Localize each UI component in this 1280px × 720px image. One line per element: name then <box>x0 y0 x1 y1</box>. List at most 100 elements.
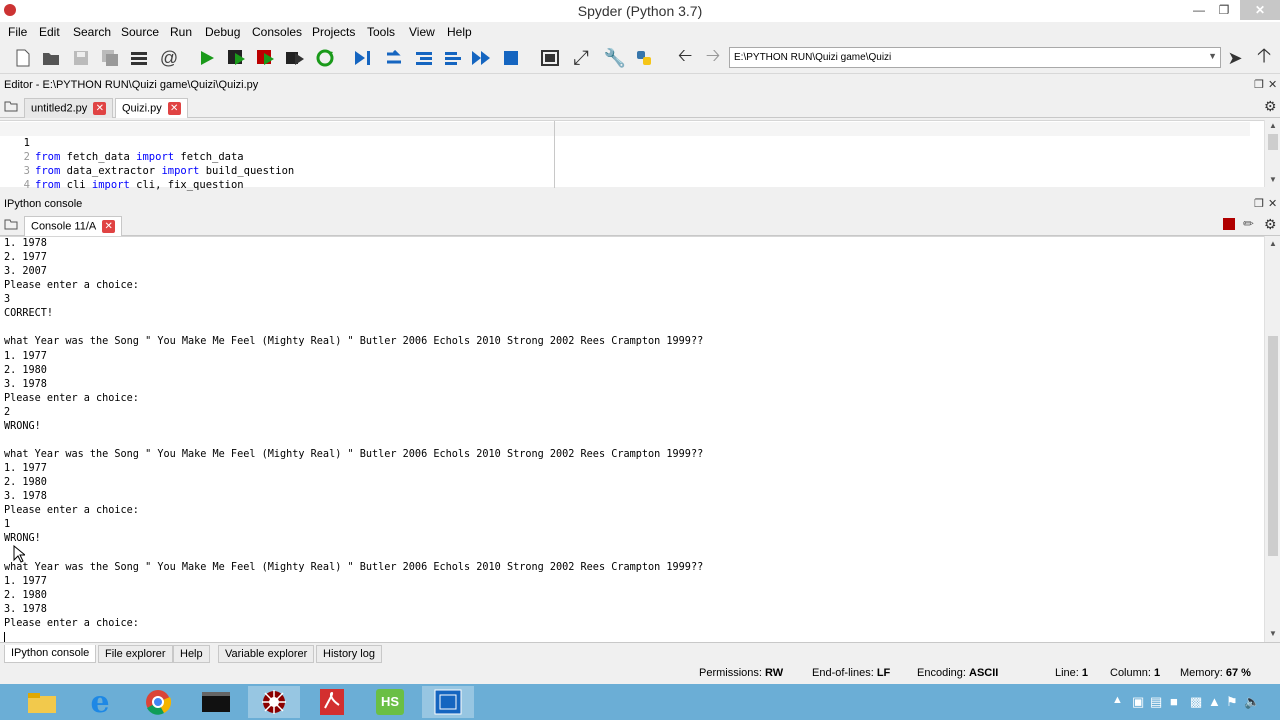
tab-console[interactable]: Console 11/A ✕ <box>24 216 123 236</box>
maximize-pane-icon[interactable] <box>539 47 561 69</box>
chrome-icon[interactable] <box>132 686 184 718</box>
scrollbar-thumb[interactable] <box>1268 134 1278 150</box>
chevron-down-icon[interactable]: ▼ <box>1208 51 1217 61</box>
console-line: 3. 1978 <box>4 378 47 390</box>
menu-source[interactable]: Source <box>121 25 159 39</box>
menu-search[interactable]: Search <box>73 25 111 39</box>
scrollbar-thumb[interactable] <box>1268 336 1278 556</box>
code-editor[interactable]: 1 from fetch_data import fetch_data 2 fr… <box>0 120 1264 191</box>
python-path-icon[interactable] <box>633 47 655 69</box>
menu-tools[interactable]: Tools <box>367 25 395 39</box>
parent-directory-icon[interactable]: 🡡 <box>1253 45 1275 69</box>
at-icon[interactable]: @ <box>158 47 180 69</box>
browse-tabs-icon[interactable] <box>4 100 18 115</box>
console-line: CORRECT! <box>4 308 54 320</box>
close-pane-icon[interactable]: ✕ <box>1268 197 1277 210</box>
editor-pane-header: Editor - E:\PYTHON RUN\Quizi game\Quizi\… <box>0 76 1280 94</box>
undock-icon[interactable]: ❐ <box>1254 78 1264 91</box>
menu-view[interactable]: View <box>409 25 435 39</box>
working-directory-combo[interactable]: E:\PYTHON RUN\Quizi game\Quizi ▼ <box>729 47 1221 68</box>
rerun-icon[interactable] <box>314 47 336 69</box>
tray-app-icon[interactable]: ▤ <box>1150 694 1162 710</box>
editor-scrollbar[interactable]: ▲ ▼ <box>1264 120 1280 187</box>
debug-icon[interactable] <box>352 47 374 69</box>
file-explorer-icon[interactable] <box>16 686 68 718</box>
menu-debug[interactable]: Debug <box>205 25 240 39</box>
stop-kernel-icon[interactable] <box>1223 218 1235 230</box>
console-line: 2. 1980 <box>4 589 47 601</box>
line-status: Line: 1 <box>1055 667 1089 679</box>
console-pane-header: IPython console ❐ ✕ <box>0 195 1280 213</box>
close-tab-icon[interactable]: ✕ <box>102 220 116 233</box>
terminal-icon[interactable] <box>190 686 242 718</box>
browse-folder-icon[interactable]: ➤ <box>1224 47 1246 69</box>
forward-arrow-icon[interactable]: 🡢 <box>702 45 724 69</box>
window-icon[interactable] <box>422 686 474 718</box>
tab-history-log[interactable]: History log <box>316 645 382 663</box>
tab-ipython-console[interactable]: IPython console <box>4 645 97 663</box>
clear-console-icon[interactable]: ✏ <box>1243 216 1254 232</box>
close-tab-icon[interactable]: ✕ <box>167 102 181 115</box>
tray-app-icon[interactable]: ▣ <box>1132 694 1144 710</box>
close-tab-icon[interactable]: ✕ <box>93 102 107 115</box>
fullscreen-icon[interactable]: ⤢ <box>570 47 592 69</box>
menu-file[interactable]: File <box>8 25 27 39</box>
step-into-icon[interactable] <box>413 47 435 69</box>
maximize-button[interactable]: ❐ <box>1210 0 1238 20</box>
console-line: 1. 1977 <box>4 575 47 587</box>
tray-app-icon[interactable]: ■ <box>1170 694 1178 709</box>
scroll-up-icon[interactable]: ▲ <box>1265 121 1280 130</box>
new-file-icon[interactable] <box>12 47 34 69</box>
bottom-tabbar: IPython console File explorer Help Varia… <box>0 642 1280 664</box>
scroll-down-icon[interactable]: ▼ <box>1265 175 1280 184</box>
minimize-button[interactable]: — <box>1185 0 1213 20</box>
tab-file-explorer[interactable]: File explorer <box>98 645 173 663</box>
volume-icon[interactable]: 🔈 <box>1244 694 1260 710</box>
acrobat-icon[interactable] <box>306 686 358 718</box>
back-arrow-icon[interactable]: 🡠 <box>674 45 696 69</box>
run-cell-advance-icon[interactable] <box>255 47 277 69</box>
save-file-icon[interactable] <box>70 47 92 69</box>
continue-icon[interactable] <box>470 47 492 69</box>
open-file-icon[interactable] <box>40 47 62 69</box>
menu-help[interactable]: Help <box>447 25 472 39</box>
tab-help[interactable]: Help <box>173 645 210 663</box>
close-pane-icon[interactable]: ✕ <box>1268 78 1277 91</box>
spyder-icon[interactable] <box>248 686 300 718</box>
preferences-icon[interactable]: 🔧 <box>604 47 626 69</box>
tab-label: untitled2.py <box>31 102 88 115</box>
run-selection-icon[interactable] <box>284 47 306 69</box>
scroll-down-icon[interactable]: ▼ <box>1265 629 1280 638</box>
network-icon[interactable]: ▲ <box>1208 694 1221 709</box>
menu-projects[interactable]: Projects <box>312 25 355 39</box>
tray-chevron-icon[interactable]: ▲ <box>1112 694 1123 706</box>
tab-untitled2[interactable]: untitled2.py ✕ <box>24 98 114 118</box>
browse-tabs-icon[interactable] <box>4 218 18 233</box>
internet-explorer-icon[interactable]: e <box>74 685 126 720</box>
step-icon[interactable] <box>383 47 405 69</box>
scroll-up-icon[interactable]: ▲ <box>1265 239 1280 248</box>
menu-edit[interactable]: Edit <box>39 25 60 39</box>
undock-icon[interactable]: ❐ <box>1254 197 1264 210</box>
stop-debug-icon[interactable] <box>500 47 522 69</box>
save-all-icon[interactable] <box>99 47 121 69</box>
menu-run[interactable]: Run <box>170 25 192 39</box>
step-return-icon[interactable] <box>442 47 464 69</box>
hs-icon[interactable]: HS <box>364 686 416 718</box>
close-window-button[interactable]: ✕ <box>1240 0 1280 20</box>
menu-consoles[interactable]: Consoles <box>252 25 302 39</box>
run-cell-icon[interactable] <box>226 47 248 69</box>
run-icon[interactable] <box>196 47 218 69</box>
tab-quizi[interactable]: Quizi.py ✕ <box>115 98 188 118</box>
console-output[interactable]: 1. 1978 2. 1977 3. 2007 Please enter a choi… <box>0 236 1264 642</box>
gear-icon[interactable]: ⚙ <box>1264 216 1277 233</box>
console-line: Please enter a choice: <box>4 392 139 404</box>
tab-label: Console 11/A <box>31 220 97 233</box>
tray-app-icon[interactable]: ▩ <box>1190 694 1202 710</box>
code-line: 1 from fetch_data import fetch_data <box>0 122 1250 163</box>
flag-icon[interactable]: ⚑ <box>1226 694 1238 710</box>
list-icon[interactable] <box>128 47 150 69</box>
gear-icon[interactable]: ⚙ <box>1264 98 1277 115</box>
tab-variable-explorer[interactable]: Variable explorer <box>218 645 315 663</box>
console-scrollbar[interactable]: ▲ ▼ <box>1264 236 1280 642</box>
